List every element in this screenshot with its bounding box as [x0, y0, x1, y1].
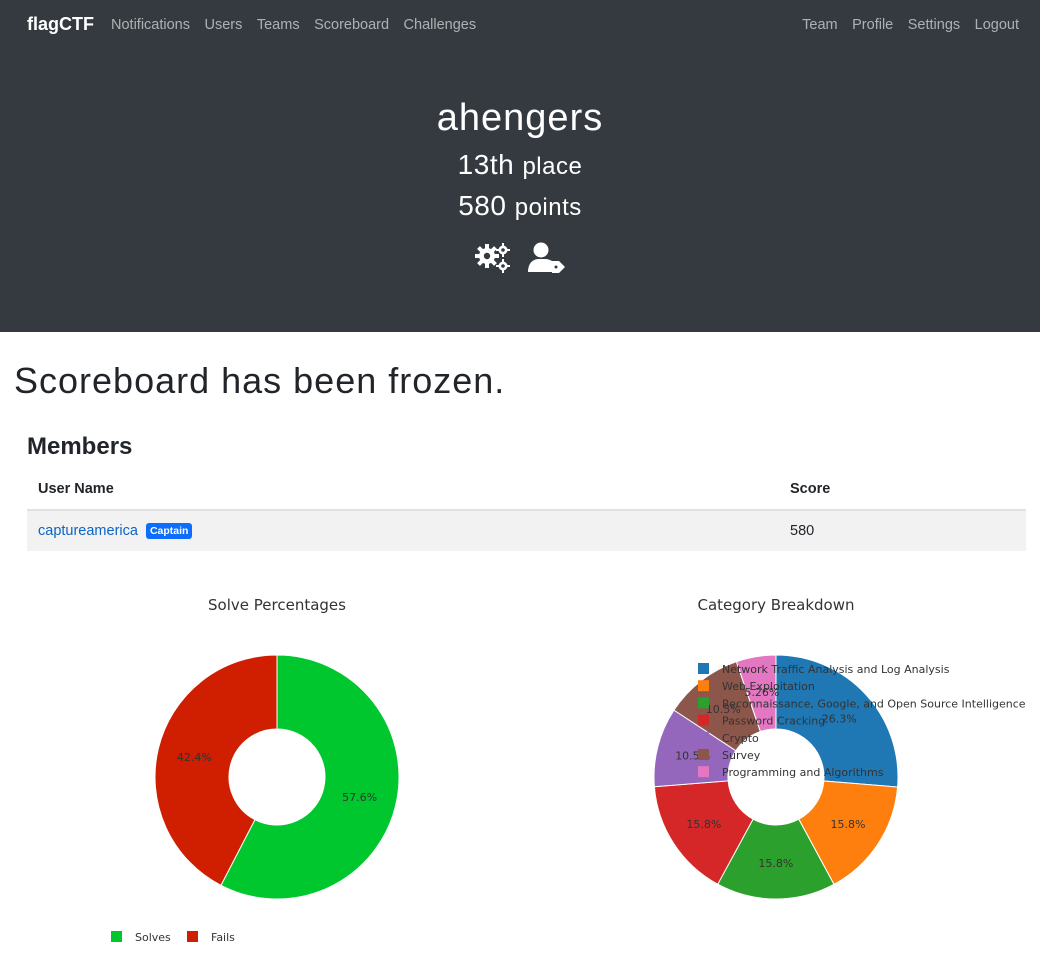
team-place: 13th place	[0, 149, 1040, 181]
legend-swatch	[187, 931, 198, 942]
pie-slice	[220, 654, 400, 900]
pie-slice	[653, 780, 754, 885]
member-link[interactable]: captureamerica	[38, 523, 138, 539]
team-name: ahengers	[436, 97, 604, 139]
team-header: ahengers 13th place 580 points	[0, 52, 1040, 332]
legend-swatch	[698, 766, 709, 778]
legend-swatch	[698, 680, 709, 692]
legend-label: Fails	[211, 931, 235, 944]
slice-label: 5.26%	[744, 686, 779, 699]
pie-slice	[154, 654, 278, 887]
slice-label: 10.5%	[675, 750, 710, 763]
team-actions	[0, 242, 1040, 279]
legend-swatch	[698, 714, 709, 726]
nav-users[interactable]: Users	[204, 17, 242, 33]
slice-label: 10.5%	[706, 703, 741, 716]
legend-label: Survey	[722, 749, 761, 762]
legend-label: Reconnaissance, Google, and Open Source …	[722, 697, 1026, 710]
nav-team[interactable]: Team	[802, 17, 837, 33]
points-suffix: points	[514, 194, 582, 221]
captain-badge: Captain	[145, 523, 193, 539]
nav-right: Team Profile Settings Logout	[788, 17, 1019, 33]
legend-swatch	[698, 731, 709, 743]
chart-title: Category Breakdown	[698, 596, 855, 614]
navbar: flagCTF Notifications Users Teams Scoreb…	[0, 0, 1040, 52]
table-header-row: User Name Score	[27, 468, 1026, 511]
frozen-notice: Scoreboard has been frozen.	[14, 360, 506, 401]
pie-slice	[735, 654, 777, 733]
legend-label: Crypto	[722, 732, 759, 745]
user-tag-icon[interactable]	[528, 242, 566, 279]
brand-logo[interactable]: flagCTF	[27, 14, 94, 35]
slice-label: 15.8%	[686, 818, 721, 831]
place-value: 13th	[457, 149, 515, 180]
nav-left: Notifications Users Teams Scoreboard Cha…	[111, 17, 491, 33]
points-value: 580	[458, 190, 507, 221]
member-cell: captureamerica Captain	[27, 510, 779, 551]
pie-slice	[653, 709, 737, 788]
legend-swatch	[698, 663, 709, 674]
table-row: captureamerica Captain 580	[27, 510, 1026, 551]
pie-slice	[775, 654, 899, 788]
legend-swatch	[698, 749, 709, 760]
legend-label: Solves	[135, 931, 171, 944]
pie-slice	[673, 660, 762, 752]
col-score: Score	[779, 468, 1026, 511]
place-suffix: place	[522, 153, 583, 180]
members-table: User Name Score captureamerica Captain 58…	[27, 468, 1026, 551]
members-heading: Members	[27, 433, 133, 460]
slice-label: 15.8%	[831, 818, 866, 831]
nav-challenges[interactable]: Challenges	[404, 17, 477, 33]
legend-label: Programming and Algorithms	[722, 766, 884, 779]
pie-slice	[798, 780, 899, 886]
slice-label: 15.8%	[758, 857, 793, 870]
nav-settings[interactable]: Settings	[908, 17, 960, 33]
cogs-icon[interactable]	[474, 242, 512, 279]
legend-swatch	[698, 697, 709, 709]
nav-scoreboard[interactable]: Scoreboard	[314, 17, 389, 33]
nav-teams[interactable]: Teams	[257, 17, 300, 33]
chart-title: Solve Percentages	[208, 596, 346, 614]
nav-notifications[interactable]: Notifications	[111, 17, 190, 33]
legend-label: Web Exploitation	[722, 680, 815, 693]
nav-logout[interactable]: Logout	[975, 17, 1019, 33]
legend-label: Network Traffic Analysis and Log Analysi…	[722, 663, 950, 676]
legend-swatch	[111, 931, 122, 942]
slice-label: 26.3%	[822, 713, 857, 726]
pie-slice	[717, 818, 835, 900]
slice-label: 42.4%	[177, 751, 212, 764]
nav-profile[interactable]: Profile	[852, 17, 893, 33]
legend-label: Password Cracking	[722, 715, 825, 728]
team-points: 580 points	[0, 190, 1040, 222]
col-user-name: User Name	[27, 468, 779, 511]
slice-label: 57.6%	[342, 791, 377, 804]
member-score: 580	[779, 510, 1026, 551]
